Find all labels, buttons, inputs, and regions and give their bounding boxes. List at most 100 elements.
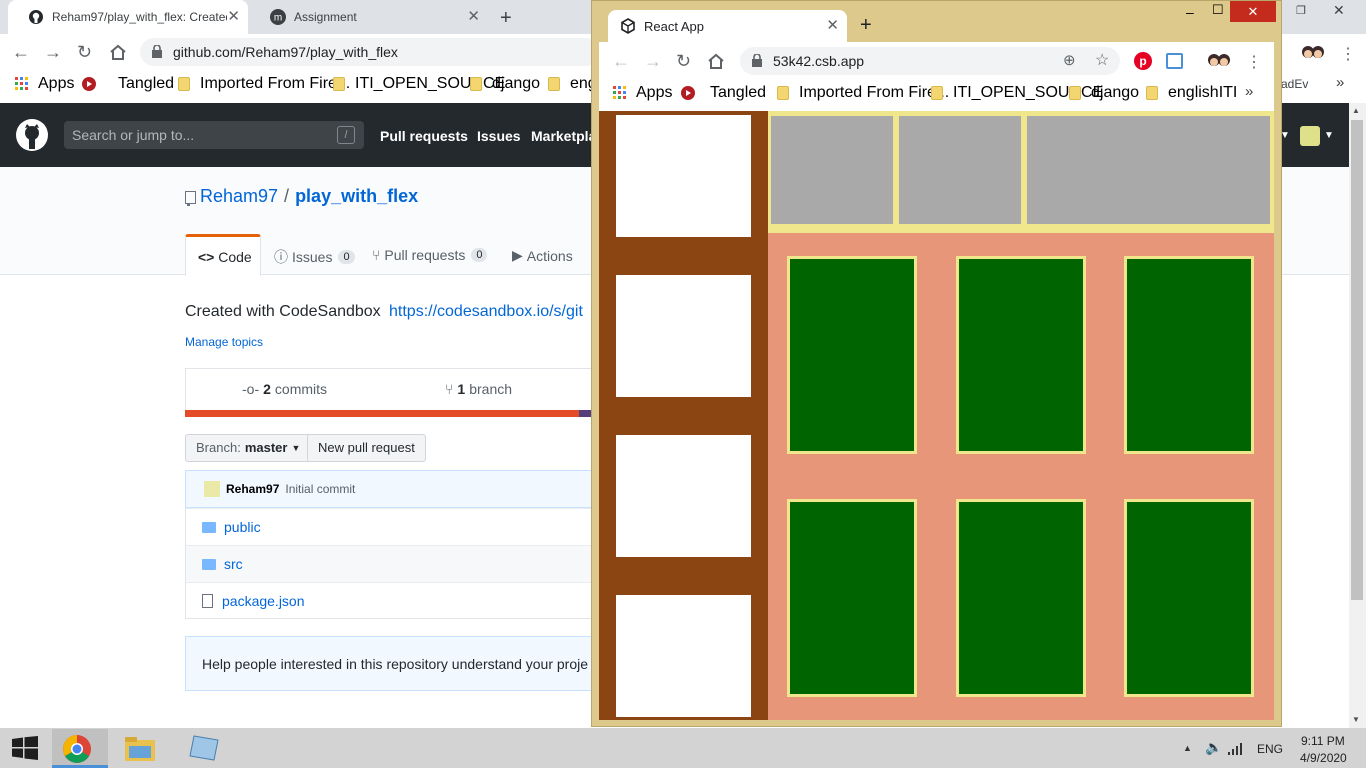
- repo-breadcrumb: Reham97 / play_with_flex: [200, 186, 418, 207]
- network-signal-icon[interactable]: [1228, 742, 1244, 755]
- tab-title: Assignment: [294, 10, 357, 24]
- repo-owner-link[interactable]: Reham97: [200, 186, 278, 207]
- bookmark-apps[interactable]: Apps: [15, 75, 74, 92]
- bookmark-star-icon[interactable]: ☆: [1095, 50, 1109, 70]
- scrollbar-thumb[interactable]: [1351, 120, 1363, 600]
- forward-arrow-icon[interactable]: →: [644, 51, 662, 72]
- bookmark-tangled[interactable]: Tangled: [82, 75, 174, 92]
- clock-time[interactable]: 9:11 PM: [1301, 734, 1345, 748]
- branch-prefix: Branch:: [196, 440, 241, 455]
- search-shortcut-badge: /: [337, 126, 355, 144]
- tab-actions[interactable]: ▶ Actions: [512, 247, 573, 264]
- bookmark-django[interactable]: django: [470, 75, 540, 92]
- branch-name: master: [244, 440, 288, 455]
- profile-avatar-icon[interactable]: [1301, 42, 1325, 64]
- close-tab-icon[interactable]: ✕: [467, 9, 480, 25]
- bookmark-partial[interactable]: adEv: [1281, 77, 1308, 91]
- repo-icon: [185, 191, 196, 206]
- manage-topics-link[interactable]: Manage topics: [185, 335, 263, 349]
- user-avatar[interactable]: [1300, 126, 1320, 146]
- tab-label: Actions: [526, 247, 573, 264]
- new-pull-request-button[interactable]: New pull request: [307, 434, 426, 462]
- clock-date[interactable]: 4/9/2020: [1300, 751, 1347, 765]
- tab-pull-requests[interactable]: ⑂ Pull requests 0: [372, 247, 488, 263]
- svg-text:p: p: [1139, 54, 1146, 68]
- close-tab-icon[interactable]: ✕: [227, 9, 240, 25]
- file-row-src[interactable]: src: [185, 545, 605, 582]
- back-arrow-icon[interactable]: ←: [612, 51, 630, 72]
- file-name[interactable]: src: [224, 556, 243, 572]
- commits-link[interactable]: -o- 2 commits: [242, 381, 327, 397]
- repo-name-link[interactable]: play_with_flex: [295, 186, 418, 207]
- add-icon[interactable]: ⊕: [1063, 51, 1076, 69]
- scroll-down-icon[interactable]: ▼: [1352, 715, 1360, 724]
- tab-assignment[interactable]: m Assignment ✕: [250, 0, 488, 34]
- avatar-caret-icon[interactable]: ▼: [1324, 130, 1334, 141]
- chrome-menu-icon[interactable]: ⋮: [1340, 44, 1356, 64]
- bookmark-imported[interactable]: Imported From Fire...: [777, 84, 949, 101]
- github-logo-icon[interactable]: [16, 119, 48, 151]
- scroll-up-icon[interactable]: ▲: [1352, 106, 1360, 115]
- chrome-menu-icon[interactable]: ⋮: [1246, 52, 1262, 72]
- folder-icon: [333, 77, 345, 91]
- file-explorer-icon[interactable]: [124, 736, 156, 762]
- pull-request-icon: ⑂: [372, 247, 381, 263]
- windows-start-icon[interactable]: [12, 736, 38, 760]
- bookmark-imported[interactable]: Imported From Fire...: [178, 75, 350, 92]
- bookmark-tangled[interactable]: Tangled: [681, 84, 767, 101]
- reload-icon[interactable]: ↻: [676, 51, 691, 72]
- nav-pull-requests[interactable]: Pull requests: [380, 128, 468, 144]
- extension-icon[interactable]: [1166, 53, 1183, 69]
- maximize-window-icon[interactable]: ☐: [1212, 2, 1224, 18]
- bookmark-englishiti[interactable]: englishITI: [1146, 84, 1237, 101]
- nav-marketplace[interactable]: Marketpla: [531, 128, 591, 144]
- github-search-input[interactable]: Search or jump to...: [64, 121, 364, 149]
- tray-chevron-icon[interactable]: ▲: [1183, 743, 1192, 753]
- close-window-button[interactable]: ✕: [1230, 1, 1276, 22]
- bookmark-english[interactable]: eng: [548, 75, 597, 92]
- commit-author[interactable]: Reham97: [226, 482, 279, 496]
- bookmark-label: Tangled: [710, 84, 767, 101]
- tab-issues[interactable]: ⓘ Issues 0: [274, 247, 355, 267]
- minimize-window-icon[interactable]: –: [1186, 4, 1194, 20]
- commit-message[interactable]: Initial commit: [285, 482, 355, 496]
- pinterest-icon[interactable]: p: [1134, 52, 1152, 70]
- pulls-counter: 0: [471, 248, 488, 262]
- nav-issues[interactable]: Issues: [477, 128, 521, 144]
- tab-code[interactable]: <> Code: [185, 234, 261, 276]
- green-card: [787, 499, 917, 697]
- repo-description-link[interactable]: https://codesandbox.io/s/git: [389, 303, 594, 321]
- back-arrow-icon[interactable]: ←: [12, 42, 30, 63]
- github-favicon-icon: [29, 10, 43, 24]
- home-icon[interactable]: [707, 53, 725, 69]
- reload-icon[interactable]: ↻: [77, 42, 92, 63]
- volume-icon[interactable]: 🔈: [1205, 739, 1222, 756]
- bookmarks-more-icon[interactable]: »: [1336, 74, 1344, 91]
- new-tab-button[interactable]: +: [860, 14, 872, 37]
- bookmark-apps[interactable]: Apps: [613, 84, 672, 101]
- tab-react-app[interactable]: React App ✕: [608, 10, 847, 42]
- language-indicator[interactable]: ENG: [1257, 742, 1283, 756]
- branches-link[interactable]: ⑂ 1 branch: [445, 381, 512, 397]
- branch-select-button[interactable]: Branch: master ▼: [185, 434, 312, 462]
- bookmark-django[interactable]: django: [1069, 84, 1139, 101]
- restore-window-icon[interactable]: ❐: [1296, 4, 1306, 17]
- bookmarks-more-icon[interactable]: »: [1245, 83, 1253, 100]
- profile-avatar-icon[interactable]: [1207, 50, 1231, 72]
- folder-icon: [777, 86, 789, 100]
- sidebar-box: [616, 115, 751, 237]
- close-window-icon[interactable]: ✕: [1333, 2, 1345, 19]
- home-icon[interactable]: [109, 44, 127, 60]
- new-tab-button[interactable]: +: [500, 7, 512, 30]
- file-name[interactable]: package.json: [222, 593, 305, 609]
- header-box: [1027, 116, 1270, 224]
- language-bar-js: [185, 410, 579, 417]
- file-name[interactable]: public: [224, 519, 261, 535]
- close-tab-icon[interactable]: ✕: [826, 18, 839, 34]
- notes-app-icon[interactable]: [188, 734, 220, 762]
- file-row-package-json[interactable]: package.json: [185, 582, 605, 619]
- tab-label: Code: [218, 249, 252, 265]
- tab-github-repo[interactable]: Reham97/play_with_flex: Created with Cod…: [8, 0, 248, 34]
- forward-arrow-icon[interactable]: →: [44, 42, 62, 63]
- file-row-public[interactable]: public: [185, 508, 605, 545]
